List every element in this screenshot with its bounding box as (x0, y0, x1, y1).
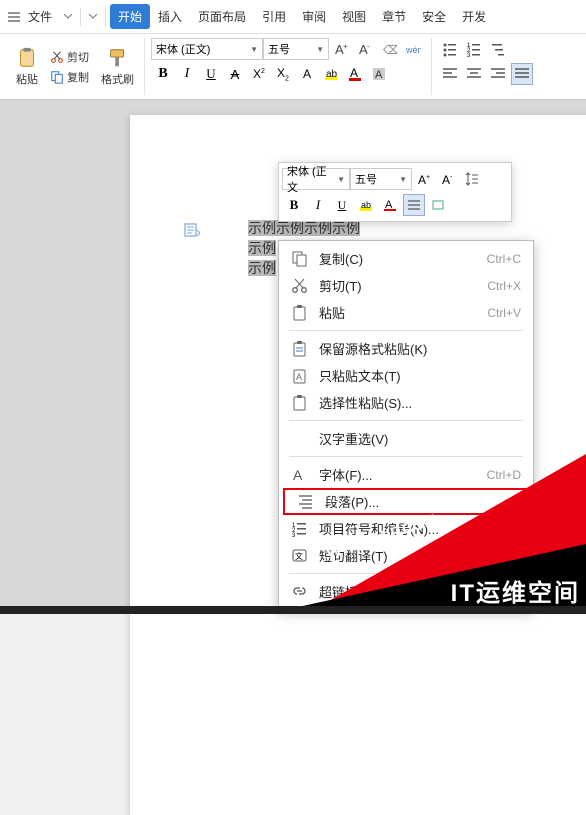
svg-text:+: + (426, 174, 430, 181)
context-menu-item[interactable]: 剪切(T)Ctrl+X (279, 272, 533, 299)
tab-review[interactable]: 审阅 (294, 4, 334, 29)
context-menu-item[interactable]: 超链接(I)... (279, 578, 533, 605)
svg-text:-: - (450, 174, 453, 181)
font-group: 宋体 (正文)▼ 五号▼ A+ A- ⌫ wén B I U A X2 X2 A… (145, 38, 432, 95)
clipboard-group: 粘贴 剪切 复制 格式刷 (6, 38, 145, 95)
svg-text:3: 3 (292, 533, 296, 538)
context-menu-item[interactable]: 段落(P)... (283, 488, 529, 515)
context-menu-item[interactable]: A只粘贴文本(T) (279, 362, 533, 389)
hamburger-icon[interactable] (8, 12, 20, 22)
numbering-button[interactable]: 123 (463, 38, 485, 60)
font-color-button[interactable]: A (344, 63, 366, 85)
align-right-button[interactable] (487, 63, 509, 85)
svg-text:A: A (350, 66, 358, 80)
shrink-font-button[interactable]: A- (354, 38, 376, 60)
paste-label: 粘贴 (16, 71, 38, 87)
highlight-button[interactable]: ab (320, 63, 342, 85)
chevron-down-icon: ▼ (316, 45, 324, 54)
bullets-button[interactable] (439, 38, 461, 60)
mini-font-name-combo[interactable]: 宋体 (正文▼ (282, 168, 350, 190)
context-menu-item[interactable]: 复制(C)Ctrl+C (279, 245, 533, 272)
mini-grow-font-button[interactable]: A+ (413, 168, 435, 190)
svg-text:A: A (293, 467, 303, 483)
format-painter-label: 格式刷 (101, 71, 134, 87)
multilevel-button[interactable] (487, 38, 509, 60)
mini-bold-button[interactable]: B (283, 194, 305, 216)
svg-text:A: A (375, 69, 383, 81)
font-size-combo[interactable]: 五号▼ (263, 38, 329, 60)
chevron-down-icon: ▼ (250, 45, 258, 54)
strike-button[interactable]: A (224, 63, 246, 85)
context-menu-item[interactable]: 文短句翻译(T) (279, 542, 533, 569)
clear-format-button[interactable]: ⌫ (378, 38, 400, 60)
context-menu-item[interactable]: A字体(F)...Ctrl+D (279, 461, 533, 488)
svg-text:文: 文 (295, 551, 303, 561)
mini-toolbar: 宋体 (正文▼ 五号▼ A+ A- B I U ab A (278, 162, 512, 222)
mini-highlight-button[interactable]: ab (355, 194, 377, 216)
svg-text:3: 3 (467, 53, 471, 57)
tab-home[interactable]: 开始 (110, 4, 150, 29)
svg-text:+: + (343, 42, 348, 51)
grow-font-button[interactable]: A+ (330, 38, 352, 60)
separator (289, 420, 523, 421)
svg-text:ab: ab (361, 200, 371, 210)
mini-font-size-combo[interactable]: 五号▼ (350, 168, 412, 190)
char-shading-button[interactable]: A (368, 63, 390, 85)
tab-view[interactable]: 视图 (334, 4, 374, 29)
taskbar (0, 606, 586, 614)
italic-button[interactable]: I (176, 63, 198, 85)
mini-line-spacing-button[interactable] (461, 168, 483, 190)
context-menu: 复制(C)Ctrl+C剪切(T)Ctrl+X粘贴Ctrl+V 保留源格式粘贴(K)… (278, 240, 534, 610)
svg-text:A: A (296, 372, 302, 382)
mini-align-button[interactable] (403, 194, 425, 216)
change-case-button[interactable]: A (296, 63, 318, 85)
outline-icon[interactable] (184, 222, 200, 238)
svg-text:ab: ab (326, 69, 338, 80)
file-menu[interactable]: 文件 (20, 4, 60, 29)
undo-dropdown-icon[interactable] (88, 12, 98, 22)
separator (289, 456, 523, 457)
tab-security[interactable]: 安全 (414, 4, 454, 29)
mini-italic-button[interactable]: I (307, 194, 329, 216)
mini-underline-button[interactable]: U (331, 194, 353, 216)
paragraph-group: 123 (432, 38, 540, 95)
svg-text:wén: wén (405, 45, 421, 55)
separator (289, 573, 523, 574)
mini-font-color-button[interactable]: A (379, 194, 401, 216)
svg-text:A: A (418, 173, 426, 186)
file-dropdown-icon[interactable] (63, 12, 73, 22)
align-center-button[interactable] (463, 63, 485, 85)
superscript-button[interactable]: X2 (248, 63, 270, 85)
underline-button[interactable]: U (200, 63, 222, 85)
align-left-button[interactable] (439, 63, 461, 85)
context-menu-item[interactable]: 粘贴Ctrl+V (279, 299, 533, 326)
separator (289, 330, 523, 331)
format-painter-button[interactable]: 格式刷 (97, 45, 138, 89)
bold-button[interactable]: B (152, 63, 174, 85)
tab-page-layout[interactable]: 页面布局 (190, 4, 254, 29)
font-name-combo[interactable]: 宋体 (正文)▼ (151, 38, 263, 60)
mini-shrink-font-button[interactable]: A- (437, 168, 459, 190)
svg-text:-: - (367, 42, 370, 51)
subscript-button[interactable]: X2 (272, 63, 294, 85)
svg-text:⌫: ⌫ (383, 43, 397, 57)
tab-references[interactable]: 引用 (254, 4, 294, 29)
context-menu-item[interactable]: 汉字重选(V) (279, 425, 533, 452)
phonetic-button[interactable]: wén (402, 38, 424, 60)
context-menu-item[interactable]: 123项目符号和编号(N)... (279, 515, 533, 542)
context-menu-item[interactable]: 保留源格式粘贴(K) (279, 335, 533, 362)
tab-chapter[interactable]: 章节 (374, 4, 414, 29)
tab-insert[interactable]: 插入 (150, 4, 190, 29)
align-justify-button[interactable] (511, 63, 533, 85)
svg-text:A: A (442, 173, 450, 186)
context-menu-item[interactable]: 选择性粘贴(S)... (279, 389, 533, 416)
paste-button[interactable]: 粘贴 (12, 45, 42, 89)
tab-develop[interactable]: 开发 (454, 4, 494, 29)
cut-button[interactable]: 剪切 (46, 47, 93, 67)
mini-insert-button[interactable] (427, 194, 449, 216)
copy-button[interactable]: 复制 (46, 67, 93, 87)
